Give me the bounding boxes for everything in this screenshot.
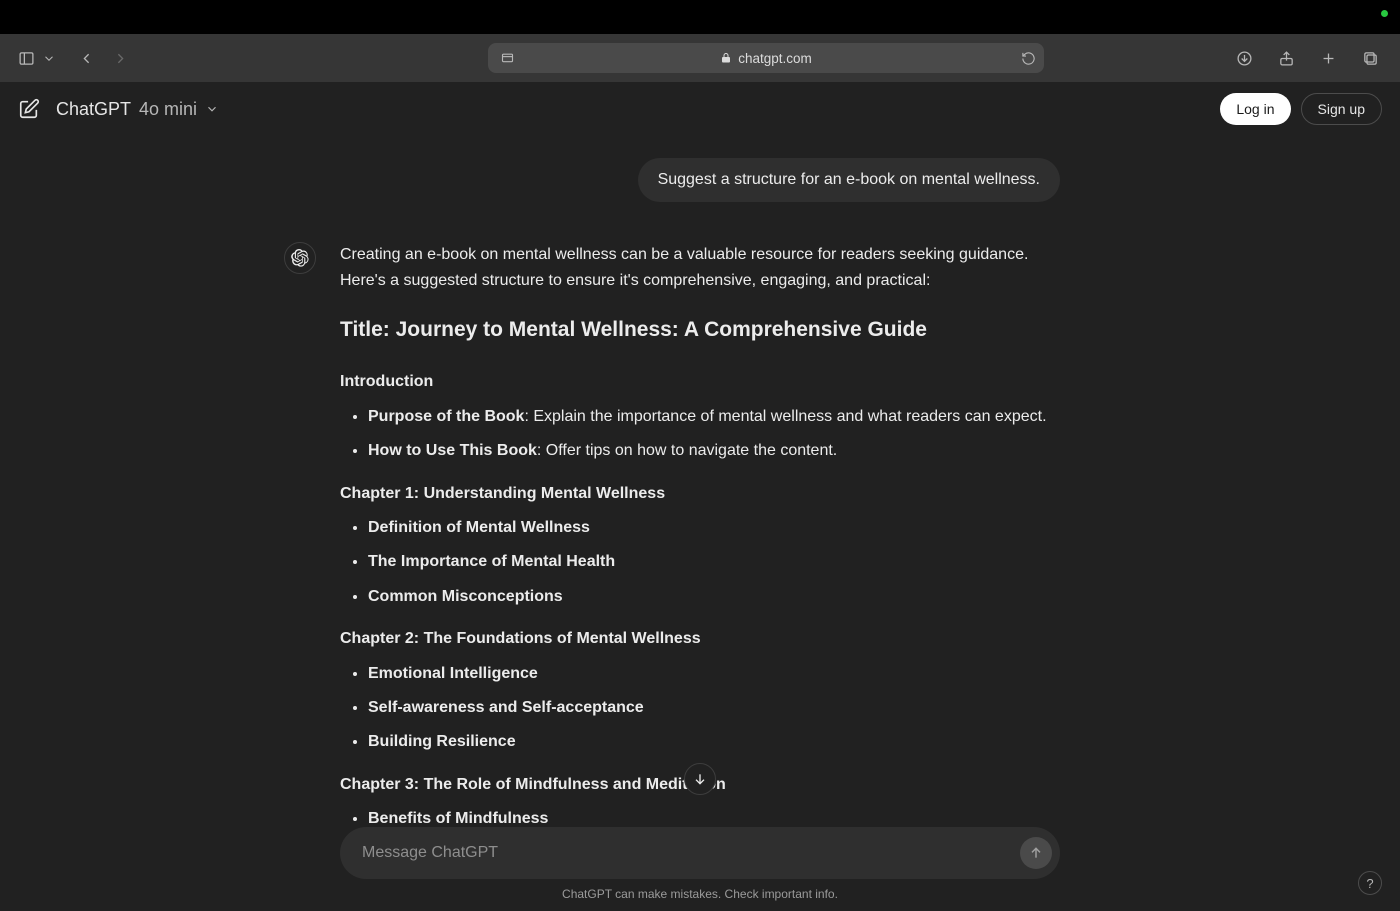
title-prefix: Title: <box>340 318 396 341</box>
lock-icon <box>720 52 732 64</box>
user-message-bubble: Suggest a structure for an e-book on men… <box>638 158 1060 202</box>
chat-scroll-area[interactable]: Suggest a structure for an e-book on men… <box>0 136 1400 911</box>
openai-logo-icon <box>291 249 309 267</box>
section-list: Definition of Mental Wellness The Import… <box>340 515 1060 610</box>
list-item: Purpose of the Book: Explain the importa… <box>368 404 1060 430</box>
app-header: ChatGPT 4o mini Log in Sign up <box>0 82 1400 136</box>
arrow-up-icon <box>1028 845 1044 861</box>
new-chat-icon[interactable] <box>18 98 40 120</box>
section-heading: Chapter 1: Understanding Mental Wellness <box>340 481 1060 507</box>
disclaimer-text: ChatGPT can make mistakes. Check importa… <box>0 887 1400 901</box>
downloads-icon[interactable] <box>1230 44 1258 72</box>
login-button[interactable]: Log in <box>1220 93 1290 125</box>
list-item: Emotional Intelligence <box>368 661 1060 687</box>
back-button[interactable] <box>72 44 100 72</box>
section-heading: Chapter 2: The Foundations of Mental Wel… <box>340 626 1060 652</box>
website-settings-icon[interactable] <box>496 51 518 66</box>
url-host: chatgpt.com <box>738 51 812 66</box>
new-tab-icon[interactable] <box>1314 44 1342 72</box>
model-selector[interactable]: ChatGPT 4o mini <box>56 99 219 120</box>
chevron-down-icon <box>205 102 219 116</box>
model-name-primary: ChatGPT <box>56 99 131 120</box>
send-button[interactable] <box>1020 837 1052 869</box>
address-bar[interactable]: chatgpt.com <box>488 43 1044 73</box>
list-item: How to Use This Book: Offer tips on how … <box>368 438 1060 464</box>
message-input[interactable] <box>362 844 1020 862</box>
composer[interactable] <box>340 827 1060 879</box>
user-message-row: Suggest a structure for an e-book on men… <box>340 158 1060 202</box>
assistant-message-body: Creating an e-book on mental wellness ca… <box>340 242 1060 849</box>
assistant-message-row: Creating an e-book on mental wellness ca… <box>340 242 1060 849</box>
browser-toolbar: chatgpt.com <box>0 34 1400 82</box>
share-icon[interactable] <box>1272 44 1300 72</box>
signup-button[interactable]: Sign up <box>1301 93 1382 125</box>
tabs-overview-icon[interactable] <box>1356 44 1384 72</box>
section-heading: Introduction <box>340 369 1060 395</box>
window-titlebar <box>0 0 1400 34</box>
assistant-avatar <box>284 242 316 274</box>
app-surface: ChatGPT 4o mini Log in Sign up Suggest a… <box>0 82 1400 911</box>
assistant-intro-paragraph: Creating an e-book on mental wellness ca… <box>340 242 1060 295</box>
arrow-down-icon <box>692 771 708 787</box>
help-button[interactable]: ? <box>1358 871 1382 895</box>
title-text: Journey to Mental Wellness: A Comprehens… <box>396 318 927 341</box>
section-list: Purpose of the Book: Explain the importa… <box>340 404 1060 465</box>
forward-button[interactable] <box>106 44 134 72</box>
list-item: Definition of Mental Wellness <box>368 515 1060 541</box>
list-item: Self-awareness and Self-acceptance <box>368 695 1060 721</box>
window-status-dot <box>1381 10 1388 17</box>
reload-button[interactable] <box>1014 51 1036 66</box>
list-item: Common Misconceptions <box>368 584 1060 610</box>
scroll-to-bottom-button[interactable] <box>684 763 716 795</box>
help-label: ? <box>1366 876 1373 891</box>
model-name-secondary: 4o mini <box>139 99 197 120</box>
ebook-title-heading: Title: Journey to Mental Wellness: A Com… <box>340 313 1060 348</box>
sidebar-toggle-icon[interactable] <box>12 44 40 72</box>
section-list: Emotional Intelligence Self-awareness an… <box>340 661 1060 756</box>
sidebar-dropdown-icon[interactable] <box>42 44 56 72</box>
composer-area: ChatGPT can make mistakes. Check importa… <box>0 827 1400 911</box>
list-item: The Importance of Mental Health <box>368 549 1060 575</box>
list-item: Building Resilience <box>368 729 1060 755</box>
